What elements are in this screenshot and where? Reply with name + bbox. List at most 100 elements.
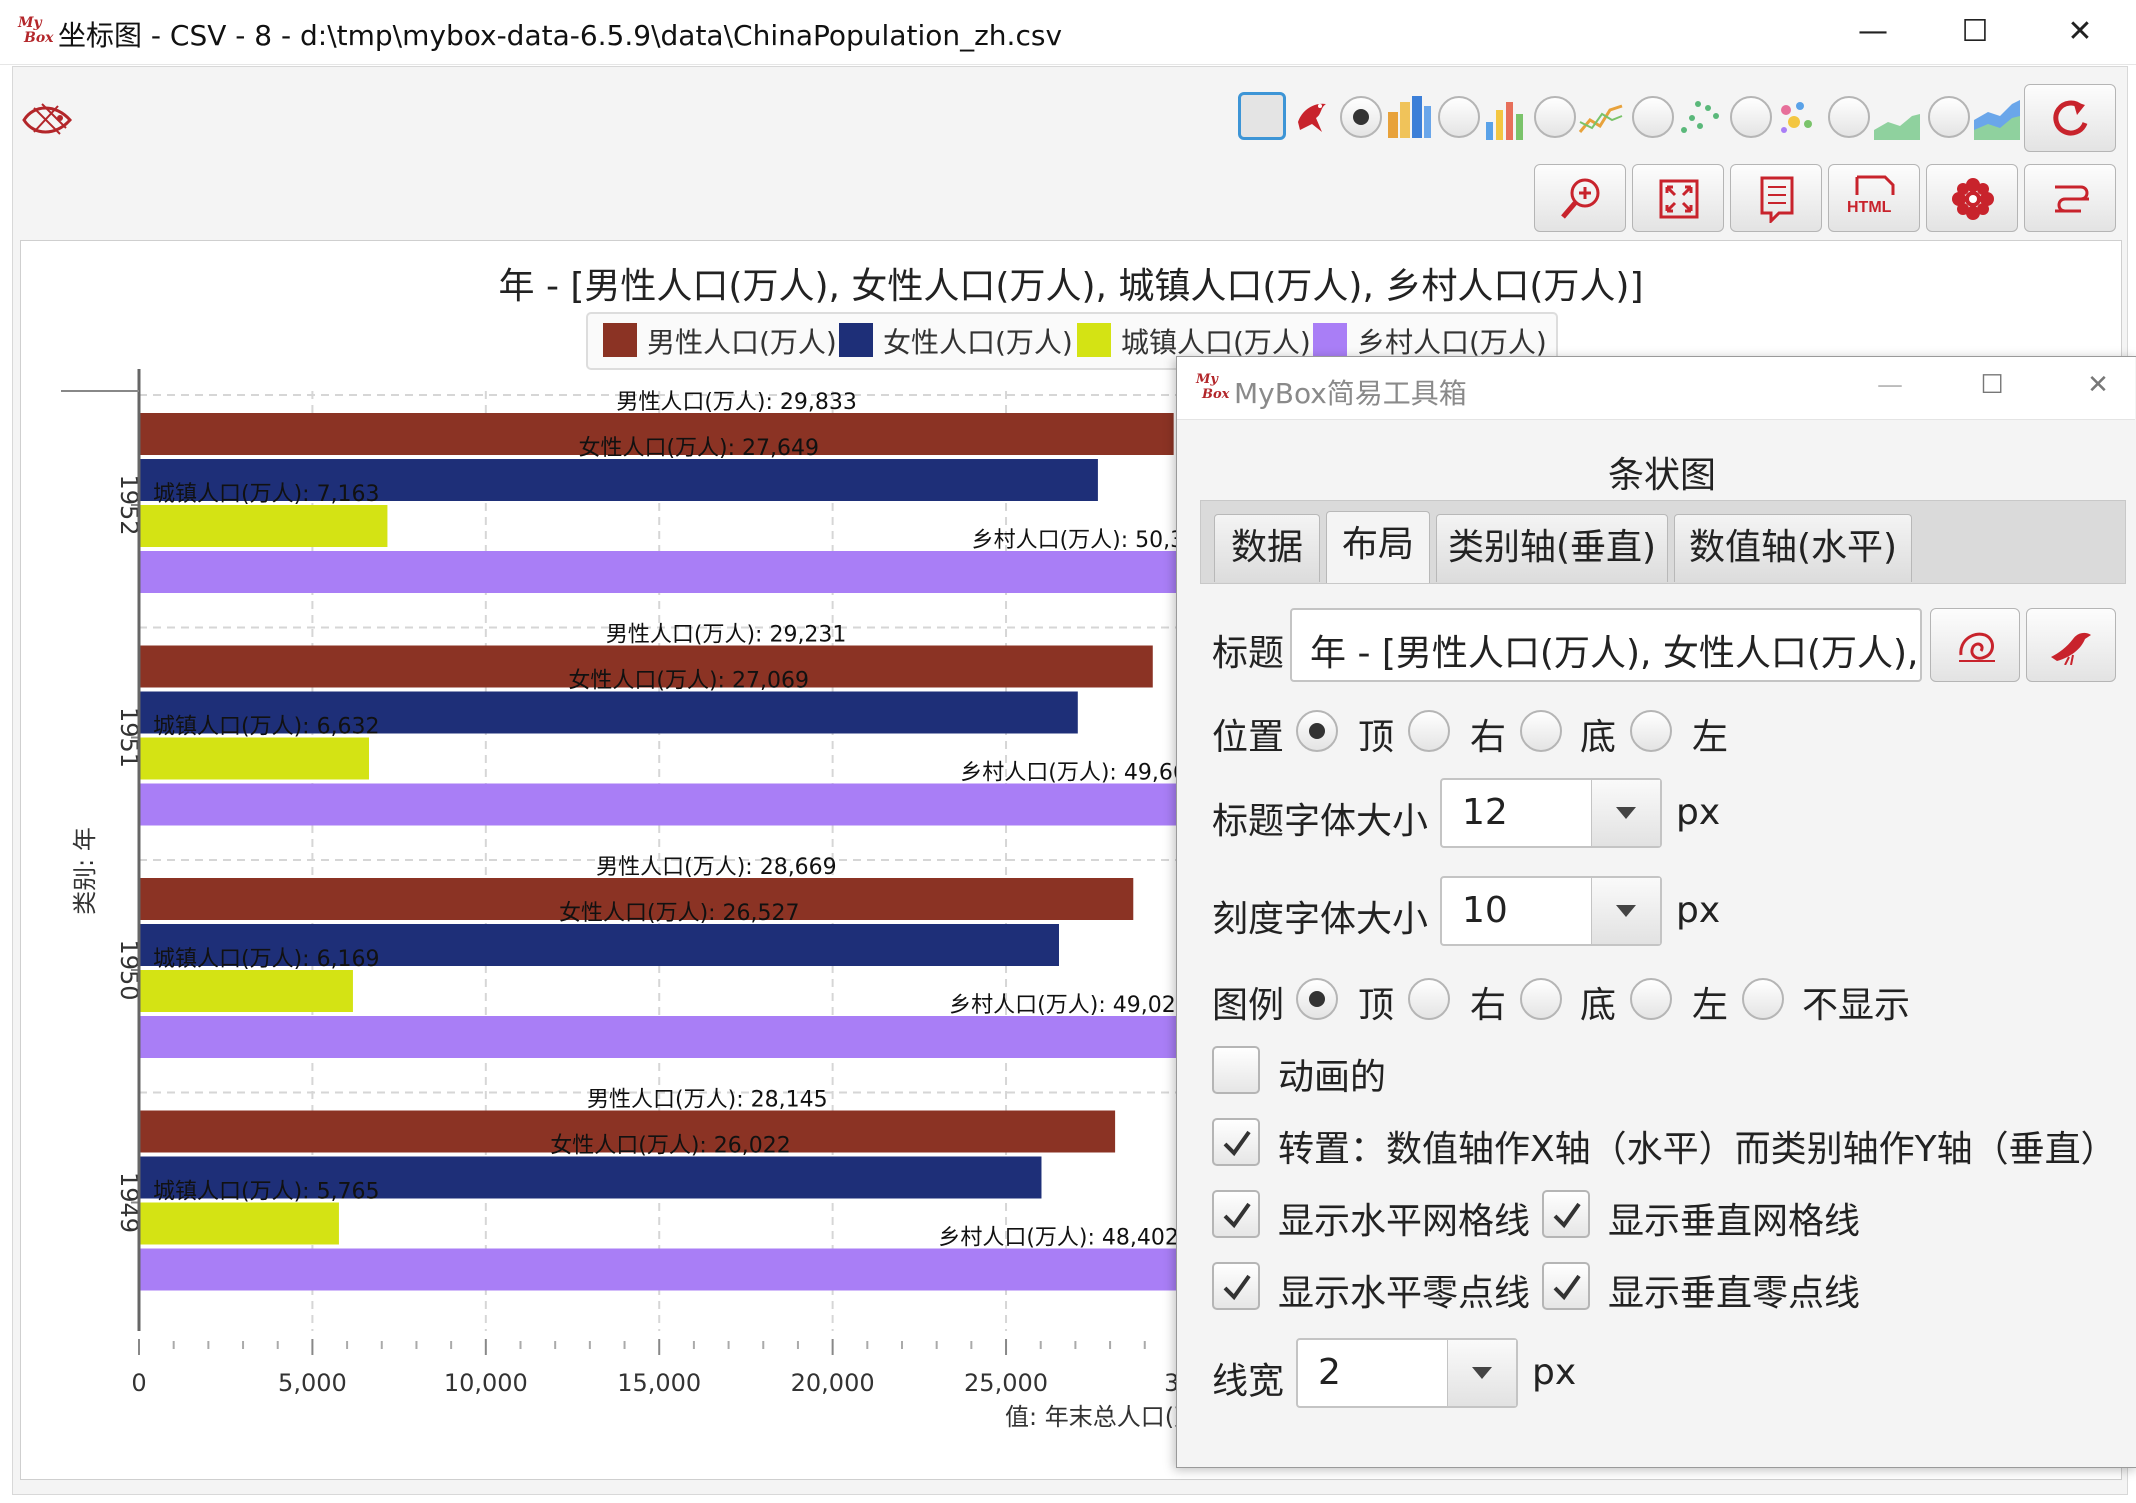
position-left-label: 左 [1692,717,1729,758]
show-v-zero-checkbox[interactable] [1542,1262,1590,1310]
legend-hidden-label: 不显示 [1802,985,1911,1026]
position-top-label: 顶 [1358,717,1395,758]
animated-checkbox[interactable] [1212,1046,1260,1094]
legend-label: 男性人口(万人) [647,326,837,359]
tab-data[interactable]: 数据 [1214,514,1320,582]
data-label: 乡村人口(万人): 49,027 [949,993,1190,1018]
line-width-select[interactable]: 2 [1296,1338,1518,1408]
title-style-button[interactable] [1930,608,2020,682]
chevron-down-icon[interactable] [1447,1340,1516,1406]
menu-button[interactable] [2024,164,2116,232]
position-bottom-radio[interactable] [1520,710,1562,752]
show-h-grid-checkbox[interactable] [1212,1190,1260,1238]
scatter-chart-icon [1681,101,1719,133]
radio-line-chart[interactable] [1534,96,1576,138]
legend-bottom-radio[interactable] [1520,978,1562,1020]
app-logo: My Box [18,15,54,46]
check-icon [1223,1130,1251,1157]
html-label: HTML [1847,199,1892,216]
style-settings-button[interactable] [1926,164,2018,232]
chevron-down-icon[interactable] [1591,780,1660,846]
data-label: 城镇人口(万人): 7,163 [153,482,380,507]
bar [139,970,353,1012]
legend-swatch [1313,323,1347,357]
refresh-button[interactable] [2024,84,2116,152]
check-icon [1553,1202,1581,1229]
tab-category-axis[interactable]: 类别轴(垂直) [1436,514,1668,582]
tool-close-button[interactable]: ✕ [2078,370,2118,410]
tool-heading: 条状图 [1608,455,1717,496]
legend-right-label: 右 [1470,985,1507,1026]
show-v-zero-label: 显示垂直零点线 [1608,1273,1861,1314]
data-sheet-button[interactable] [1730,164,1822,232]
position-bottom-label: 底 [1580,717,1617,758]
fit-window-button[interactable] [1632,164,1724,232]
legend-label: 城镇人口(万人) [1121,326,1311,359]
radio-stacked-bar-chart[interactable] [1438,96,1480,138]
chevron-down-icon[interactable] [1591,878,1660,944]
legend-right-radio[interactable] [1408,978,1450,1020]
bar-chart-icon [1388,96,1431,138]
data-label: 男性人口(万人): 29,231 [606,623,847,648]
transpose-checkbox[interactable] [1212,1118,1260,1166]
tick-font-size-select[interactable]: 10 [1440,876,1662,946]
legend-hidden-radio[interactable] [1742,978,1784,1020]
data-label: 男性人口(万人): 28,145 [587,1088,828,1113]
position-left-radio[interactable] [1630,710,1672,752]
stacked-bar-chart-icon [1486,102,1523,140]
data-label: 乡村人口(万人): 48,402 [938,1226,1179,1251]
title-input[interactable]: 年 - [男性人口(万人), 女性人口(万人), [1290,608,1922,682]
show-h-zero-checkbox[interactable] [1212,1262,1260,1310]
radio-area-chart[interactable] [1828,96,1870,138]
position-right-radio[interactable] [1408,710,1450,752]
show-v-grid-checkbox[interactable] [1542,1190,1590,1238]
tab-value-axis[interactable]: 数值轴(水平) [1674,514,1912,582]
line-chart-icon [1578,104,1623,133]
area-chart-icon [1874,114,1920,140]
data-label: 女性人口(万人): 26,527 [559,901,800,926]
transpose-label: 转置：数值轴作X轴（水平）而类别轴作Y轴（垂直） [1278,1129,2117,1170]
legend-left-radio[interactable] [1630,978,1672,1020]
bird-icon[interactable] [1292,92,1332,140]
check-icon [1223,1274,1251,1301]
show-v-grid-label: 显示垂直网格线 [1608,1201,1861,1242]
value-tick-label: 5,000 [278,1369,347,1397]
close-icon: ✕ [2067,14,2093,49]
title-input-value: 年 - [男性人口(万人), 女性人口(万人), [1310,633,1919,674]
dragon-icon [1959,632,1995,662]
data-label: 城镇人口(万人): 6,169 [153,947,380,972]
legend-top-label: 顶 [1358,985,1395,1026]
refresh-icon [2053,100,2088,136]
position-top-radio[interactable] [1296,710,1338,752]
html-export-button[interactable]: HTML [1828,164,1920,232]
chart-title: 年 - [男性人口(万人), 女性人口(万人), 城镇人口(万人), 乡村人口(… [499,266,1644,307]
chart-type-button-bar[interactable] [1238,92,1286,140]
data-label: 男性人口(万人): 29,833 [616,390,857,415]
tick-font-size-unit: px [1676,890,1721,931]
tab-layout[interactable]: 布局 [1326,511,1430,583]
close-button[interactable]: ✕ [2050,8,2110,56]
radio-bubble-chart[interactable] [1730,96,1772,138]
title-label: 标题 [1212,633,1285,674]
tick-font-size-label: 刻度字体大小 [1212,899,1429,940]
radio-bar-chart[interactable] [1340,96,1382,138]
radio-stacked-area-chart[interactable] [1928,96,1970,138]
line-width-label: 线宽 [1212,1361,1285,1402]
title-font-size-select[interactable]: 12 [1440,778,1662,848]
maximize-icon: ☐ [1980,370,2004,400]
title-example-button[interactable] [2026,608,2116,682]
check-icon [1223,1202,1251,1229]
minimize-icon: — [1877,370,1903,400]
minimize-button[interactable]: — [1843,8,1903,56]
tool-minimize-button[interactable]: — [1870,370,1910,410]
legend-top-radio[interactable] [1296,978,1338,1020]
maximize-button[interactable]: ☐ [1945,8,2005,56]
position-right-label: 右 [1470,717,1507,758]
value-tick-label: 25,000 [964,1369,1048,1397]
tool-maximize-button[interactable]: ☐ [1972,370,2012,410]
tool-app-logo: My Box [1196,372,1230,402]
radio-scatter-chart[interactable] [1632,96,1674,138]
zoom-in-icon [1561,178,1600,219]
data-label: 女性人口(万人): 27,069 [568,669,809,694]
zoom-in-button[interactable] [1534,164,1626,232]
